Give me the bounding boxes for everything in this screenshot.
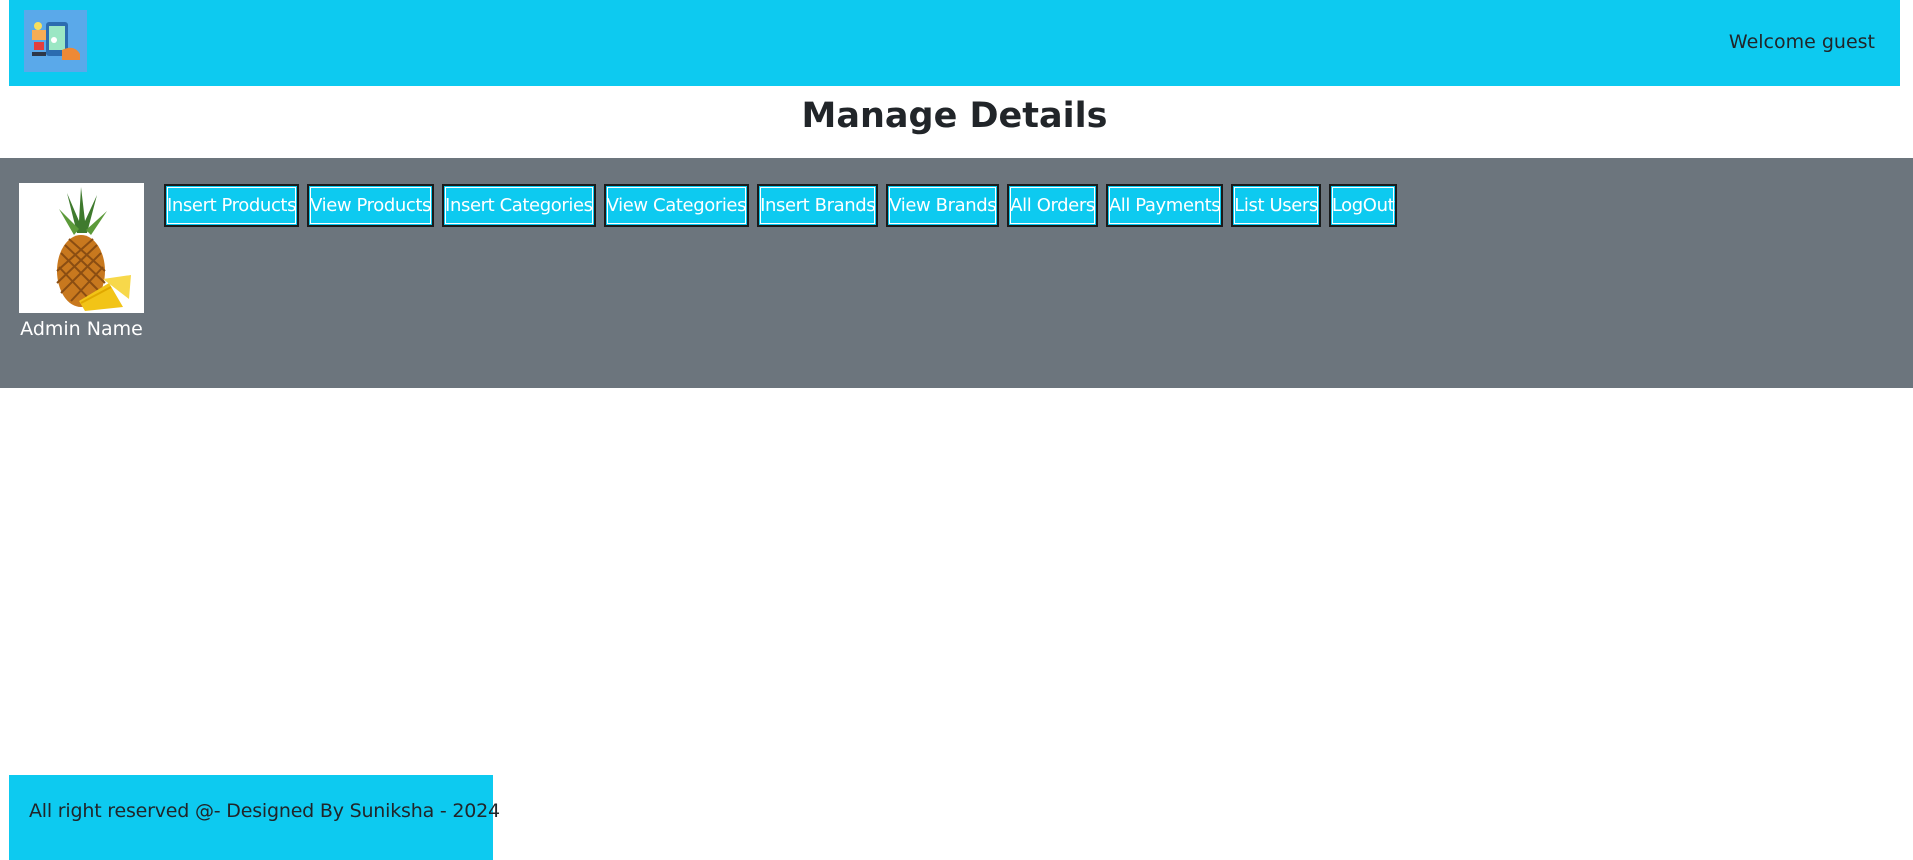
insert-categories-button[interactable]: Insert Categories bbox=[442, 184, 596, 227]
insert-brands-button[interactable]: Insert Brands bbox=[757, 184, 879, 227]
footer-text: All right reserved @- Designed By Suniks… bbox=[29, 800, 500, 822]
view-categories-button[interactable]: View Categories bbox=[603, 184, 750, 227]
admin-nav-buttons: Insert Products View Products Insert Cat… bbox=[164, 184, 1398, 227]
top-navbar: Welcome guest bbox=[9, 0, 1900, 86]
insert-products-button[interactable]: Insert Products bbox=[164, 184, 300, 227]
admin-panel: Admin Name Insert Products View Products… bbox=[0, 158, 1913, 388]
view-brands-button[interactable]: View Brands bbox=[886, 184, 1000, 227]
logout-button[interactable]: LogOut bbox=[1328, 184, 1398, 227]
list-users-button[interactable]: List Users bbox=[1231, 184, 1321, 227]
pineapple-image bbox=[19, 183, 144, 313]
page-title: Manage Details bbox=[801, 96, 1108, 136]
all-orders-button[interactable]: All Orders bbox=[1007, 184, 1098, 227]
admin-name: Admin Name bbox=[20, 318, 143, 340]
footer: All right reserved @- Designed By Suniks… bbox=[9, 775, 500, 860]
view-products-button[interactable]: View Products bbox=[307, 184, 435, 227]
shopping-logo-icon[interactable] bbox=[24, 10, 87, 72]
all-payments-button[interactable]: All Payments bbox=[1105, 184, 1224, 227]
welcome-text: Welcome guest bbox=[1728, 31, 1875, 53]
